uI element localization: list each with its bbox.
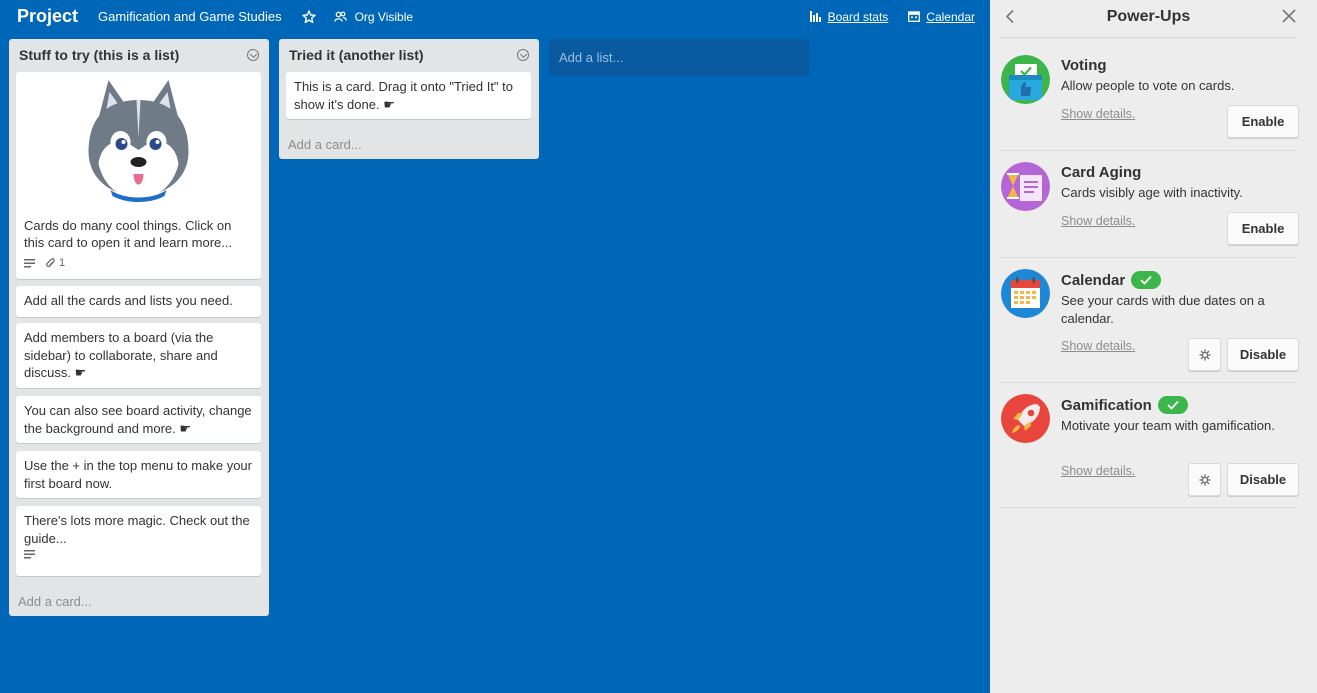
divider	[1000, 257, 1296, 258]
card-text: Add members to a board (via the sidebar)…	[24, 330, 218, 380]
board-header: Project Gamification and Game Studies Or…	[0, 0, 990, 33]
check-icon	[1167, 400, 1179, 410]
attachment-count: 1	[59, 256, 66, 269]
gear-icon	[1199, 349, 1210, 360]
list-title[interactable]: Tried it (another list)	[289, 47, 424, 63]
show-details-link[interactable]: Show details.	[1061, 464, 1135, 478]
description-icon	[24, 550, 35, 559]
board-org-name[interactable]: Gamification and Game Studies	[98, 9, 282, 24]
card-add-members[interactable]: Add members to a board (via the sidebar)…	[16, 323, 261, 388]
add-card-link[interactable]: Add a card...	[288, 137, 362, 152]
enable-button[interactable]: Enable	[1227, 212, 1299, 245]
husky-image	[88, 80, 189, 202]
card-top-menu[interactable]: Use the + in the top menu to make your f…	[16, 451, 261, 498]
calendar-link[interactable]: Calendar	[908, 10, 975, 24]
enabled-check-badge	[1157, 396, 1188, 414]
show-details-link[interactable]: Show details.	[1061, 339, 1135, 353]
card-badges	[24, 550, 253, 559]
list-menu-icon[interactable]	[247, 49, 259, 61]
card-text: Cards do many cool things. Click on this…	[24, 217, 233, 251]
voting-icon	[1001, 55, 1050, 104]
visibility-label: Org Visible	[354, 9, 414, 24]
visibility-button[interactable]: Org Visible	[333, 9, 414, 24]
powerup-name: Voting	[1061, 57, 1107, 74]
enable-button[interactable]: Enable	[1227, 105, 1299, 138]
powerups-sidebar: Power-Ups Voting Allow people to vote on…	[990, 0, 1317, 693]
powerup-description: Motivate your team with gamification.	[1061, 418, 1275, 433]
add-list-input[interactable]: Add a list...	[549, 39, 809, 76]
powerup-name: Gamification	[1061, 396, 1188, 414]
card-text: Add all the cards and lists you need.	[24, 293, 233, 308]
card-aging-icon	[1001, 162, 1050, 211]
close-icon[interactable]	[1282, 9, 1296, 23]
powerup-description: Cards visibly age with inactivity.	[1061, 185, 1243, 200]
card-badges: 1	[24, 255, 253, 273]
enabled-check-badge	[1131, 271, 1162, 289]
calendar-label: Calendar	[926, 9, 975, 24]
list-menu-icon[interactable]	[517, 49, 529, 61]
powerup-name: Card Aging	[1061, 164, 1142, 181]
card-text: You can also see board activity, change …	[24, 403, 252, 436]
check-icon	[1140, 275, 1152, 285]
list-tried-it: Tried it (another list) This is a card. …	[279, 39, 539, 159]
show-details-link[interactable]: Show details.	[1061, 214, 1135, 228]
list-stuff-to-try: Stuff to try (this is a list) Cards do m…	[9, 39, 269, 616]
paperclip-icon	[46, 257, 55, 267]
card-more-magic[interactable]: There's lots more magic. Check out the g…	[16, 506, 261, 576]
card-text: This is a card. Drag it onto "Tried It" …	[294, 79, 513, 112]
powerup-name: Calendar	[1061, 271, 1162, 289]
description-icon	[24, 258, 35, 268]
sidebar-title: Power-Ups	[1106, 8, 1191, 25]
gear-icon	[1199, 474, 1210, 485]
card-text: There's lots more magic. Check out the g…	[24, 513, 250, 546]
attachment-badge: 1	[46, 255, 65, 273]
description-badge	[24, 258, 38, 268]
board-stats-link[interactable]: Board stats	[809, 9, 889, 24]
rocket-icon	[1001, 394, 1050, 443]
settings-gear-button[interactable]	[1188, 463, 1221, 496]
board-stats-label: Board stats	[827, 9, 889, 24]
card-add-cards[interactable]: Add all the cards and lists you need.	[16, 286, 261, 317]
divider	[1000, 382, 1296, 383]
powerup-description: Allow people to vote on cards.	[1061, 78, 1235, 93]
calendar-icon	[1001, 269, 1050, 318]
list-title[interactable]: Stuff to try (this is a list)	[19, 47, 179, 63]
disable-button[interactable]: Disable	[1227, 463, 1299, 496]
star-icon[interactable]	[301, 9, 316, 24]
board-title[interactable]: Project	[17, 6, 78, 27]
divider	[1000, 37, 1296, 38]
card-board-activity[interactable]: You can also see board activity, change …	[16, 396, 261, 443]
bar-chart-icon	[809, 11, 821, 22]
settings-gear-button[interactable]	[1188, 338, 1221, 371]
powerup-description: See your cards with due dates on a calen…	[1061, 293, 1265, 326]
divider	[1000, 507, 1296, 508]
card-text: Use the + in the top menu to make your f…	[24, 458, 252, 491]
disable-button[interactable]: Disable	[1227, 338, 1299, 371]
org-icon	[333, 11, 347, 22]
card-drag-it[interactable]: This is a card. Drag it onto "Tried It" …	[286, 72, 531, 119]
add-card-link[interactable]: Add a card...	[18, 594, 92, 609]
show-details-link[interactable]: Show details.	[1061, 107, 1135, 121]
powerup-name-text: Gamification	[1061, 396, 1152, 414]
divider	[1000, 150, 1296, 151]
calendar-small-icon	[908, 11, 921, 22]
powerup-name-text: Calendar	[1061, 271, 1126, 289]
card-cool-things[interactable]: Cards do many cool things. Click on this…	[16, 72, 261, 279]
